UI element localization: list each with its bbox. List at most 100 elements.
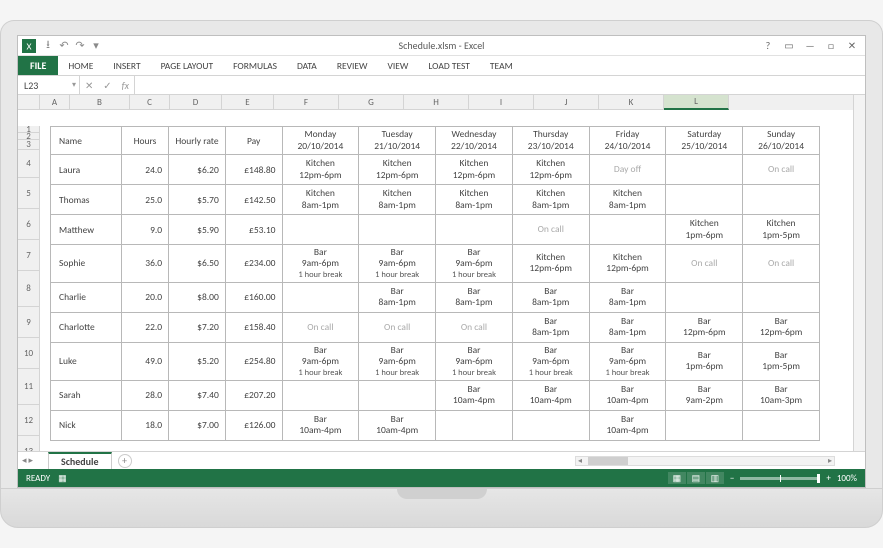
cell-shift[interactable]: Bar9am-6pm1 hour break xyxy=(589,342,666,380)
cell-rate[interactable]: $8.00 xyxy=(169,282,226,312)
cell-shift[interactable] xyxy=(666,410,743,440)
cell-shift[interactable] xyxy=(359,380,436,410)
cell-shift[interactable] xyxy=(743,185,820,215)
sheet-prev-icon[interactable]: ◂ xyxy=(22,455,27,466)
th-day-5[interactable]: Saturday25/10/2014 xyxy=(666,127,743,155)
col-header-A[interactable]: A xyxy=(40,95,70,110)
cell-shift[interactable]: Kitchen8am-1pm xyxy=(436,185,513,215)
cell-shift[interactable]: Bar8am-1pm xyxy=(512,282,589,312)
cell-pay[interactable]: £148.80 xyxy=(225,155,282,185)
row-header-13[interactable]: 13 xyxy=(18,436,40,451)
cell-shift[interactable]: Bar10am-4pm xyxy=(589,380,666,410)
row-header-10[interactable]: 10 xyxy=(18,338,40,369)
th-hours[interactable]: Hours xyxy=(121,127,168,155)
cell-shift[interactable]: Bar1pm-5pm xyxy=(743,342,820,380)
cell-rate[interactable]: $5.70 xyxy=(169,185,226,215)
cell-shift[interactable]: Bar8am-1pm xyxy=(589,312,666,342)
cell-pay[interactable]: £158.40 xyxy=(225,312,282,342)
cell-shift[interactable]: On call xyxy=(436,312,513,342)
cell-shift[interactable]: Kitchen8am-1pm xyxy=(359,185,436,215)
th-day-4[interactable]: Friday24/10/2014 xyxy=(589,127,666,155)
zoom-in-button[interactable]: + xyxy=(826,473,830,484)
cell-shift[interactable] xyxy=(282,282,359,312)
cell-rate[interactable]: $7.00 xyxy=(169,410,226,440)
col-header-F[interactable]: F xyxy=(274,95,339,110)
cell-shift[interactable]: Kitchen12pm-6pm xyxy=(512,245,589,283)
cell-shift[interactable]: Bar8am-1pm xyxy=(589,282,666,312)
tab-team[interactable]: TEAM xyxy=(480,56,523,75)
th-day-0[interactable]: Monday20/10/2014 xyxy=(282,127,359,155)
col-header-H[interactable]: H xyxy=(404,95,469,110)
add-sheet-button[interactable]: + xyxy=(118,454,132,468)
th-day-6[interactable]: Sunday26/10/2014 xyxy=(743,127,820,155)
cell-rate[interactable]: $6.20 xyxy=(169,155,226,185)
cell-shift[interactable]: Bar8am-1pm xyxy=(512,312,589,342)
cell-pay[interactable]: £207.20 xyxy=(225,380,282,410)
col-header-B[interactable]: B xyxy=(70,95,130,110)
cell-shift[interactable]: Bar10am-4pm xyxy=(589,410,666,440)
cell-shift[interactable]: Bar10am-4pm xyxy=(282,410,359,440)
cell-shift[interactable]: Bar9am-6pm1 hour break xyxy=(282,342,359,380)
cell-shift[interactable] xyxy=(436,410,513,440)
cell-shift[interactable] xyxy=(743,282,820,312)
cell-name[interactable]: Laura xyxy=(51,155,122,185)
cell-shift[interactable]: Kitchen12pm-6pm xyxy=(282,155,359,185)
cell-shift[interactable]: Bar10am-4pm xyxy=(359,410,436,440)
col-header-I[interactable]: I xyxy=(469,95,534,110)
th-day-3[interactable]: Thursday23/10/2014 xyxy=(512,127,589,155)
formula-input[interactable] xyxy=(135,76,865,94)
page-layout-view-icon[interactable]: ▤ xyxy=(687,472,705,484)
hscroll-thumb[interactable] xyxy=(588,457,628,465)
hscroll-right-icon[interactable]: ▸ xyxy=(826,456,834,466)
tab-view[interactable]: VIEW xyxy=(377,56,418,75)
horizontal-scrollbar[interactable]: ◂ ▸ xyxy=(575,456,835,466)
cell-shift[interactable]: Bar10am-3pm xyxy=(743,380,820,410)
ribbon-toggle-button[interactable]: ▭ xyxy=(780,39,798,53)
cell-shift[interactable]: Kitchen12pm-6pm xyxy=(589,245,666,283)
zoom-out-button[interactable]: − xyxy=(730,473,734,484)
col-header-G[interactable]: G xyxy=(339,95,404,110)
cell-shift[interactable]: Bar9am-6pm1 hour break xyxy=(359,245,436,283)
cell-hours[interactable]: 18.0 xyxy=(121,410,168,440)
cell-rate[interactable]: $7.40 xyxy=(169,380,226,410)
tab-insert[interactable]: INSERT xyxy=(103,56,150,75)
cell-shift[interactable] xyxy=(282,380,359,410)
cell-shift[interactable]: Bar9am-6pm1 hour break xyxy=(282,245,359,283)
cell-shift[interactable] xyxy=(666,282,743,312)
cell-shift[interactable]: On call xyxy=(512,215,589,245)
cell-shift[interactable]: Kitchen1pm-6pm xyxy=(666,215,743,245)
maximize-button[interactable]: □ xyxy=(822,39,840,53)
tab-formulas[interactable]: FORMULAS xyxy=(223,56,287,75)
redo-icon[interactable]: ↷ xyxy=(72,38,88,54)
col-header-K[interactable]: K xyxy=(599,95,664,110)
cell-name[interactable]: Charlotte xyxy=(51,312,122,342)
qat-customize-icon[interactable]: ▾ xyxy=(88,38,104,54)
zoom-slider[interactable] xyxy=(740,477,820,480)
cell-rate[interactable]: $5.90 xyxy=(169,215,226,245)
cell-shift[interactable]: Bar10am-4pm xyxy=(436,380,513,410)
tab-data[interactable]: DATA xyxy=(287,56,327,75)
cell-shift[interactable]: Bar12pm-6pm xyxy=(666,312,743,342)
select-all-corner[interactable] xyxy=(18,95,40,110)
row-header-8[interactable]: 8 xyxy=(18,271,40,307)
cell-shift[interactable]: On call xyxy=(666,245,743,283)
row-header-9[interactable]: 9 xyxy=(18,307,40,338)
cell-hours[interactable]: 28.0 xyxy=(121,380,168,410)
cell-pay[interactable]: £53.10 xyxy=(225,215,282,245)
tab-review[interactable]: REVIEW xyxy=(327,56,378,75)
row-header-5[interactable]: 5 xyxy=(18,178,40,209)
cell-shift[interactable] xyxy=(359,215,436,245)
cell-name[interactable]: Thomas xyxy=(51,185,122,215)
cell-shift[interactable]: Kitchen8am-1pm xyxy=(589,185,666,215)
cell-shift[interactable] xyxy=(436,215,513,245)
zoom-level[interactable]: 100% xyxy=(837,473,857,484)
cell-hours[interactable]: 20.0 xyxy=(121,282,168,312)
undo-icon[interactable]: ↶ xyxy=(56,38,72,54)
cell-shift[interactable]: Bar9am-6pm1 hour break xyxy=(436,245,513,283)
cell-name[interactable]: Sophie xyxy=(51,245,122,283)
cell-name[interactable]: Nick xyxy=(51,410,122,440)
cell-shift[interactable]: Bar1pm-6pm xyxy=(666,342,743,380)
cell-rate[interactable]: $6.50 xyxy=(169,245,226,283)
th-rate[interactable]: Hourly rate xyxy=(169,127,226,155)
th-name[interactable]: Name xyxy=(51,127,122,155)
